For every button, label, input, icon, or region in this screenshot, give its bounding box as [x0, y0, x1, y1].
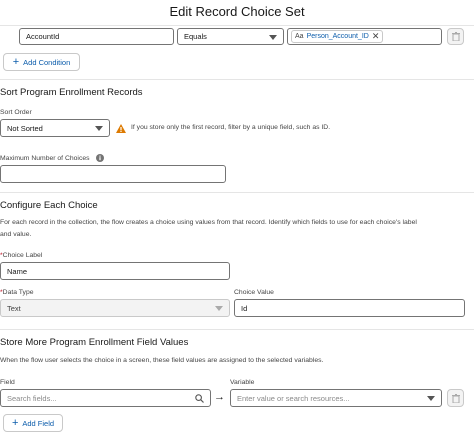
sort-order-select[interactable]: Not Sorted	[0, 119, 110, 137]
delete-condition-button[interactable]	[447, 28, 464, 45]
filter-value-input[interactable]: Aa Person_Account_ID ✕	[287, 28, 442, 45]
info-icon[interactable]	[96, 154, 104, 162]
section-divider	[0, 192, 474, 193]
sort-order-label: Sort Order	[0, 109, 32, 116]
sort-order-value: Not Sorted	[7, 123, 43, 133]
trash-icon	[451, 32, 460, 41]
data-type-label: *Data Type	[0, 289, 34, 296]
max-choices-input[interactable]	[0, 165, 226, 183]
configure-description-line1: For each record in the collection, the f…	[0, 219, 417, 226]
sort-section-title: Sort Program Enrollment Records	[0, 87, 143, 98]
data-type-value: Text	[7, 303, 21, 313]
choice-value-input[interactable]: Id	[234, 299, 465, 317]
data-type-label-text: Data Type	[2, 289, 34, 296]
configure-description-line2: and value.	[0, 231, 32, 238]
filter-operator-select[interactable]: Equals	[177, 28, 284, 45]
trash-icon	[451, 393, 460, 403]
choice-label-input[interactable]: Name	[0, 262, 230, 280]
choice-value-value: Id	[241, 303, 248, 313]
chevron-down-icon	[427, 396, 435, 401]
max-choices-label: Maximum Number of Choices	[0, 155, 90, 162]
field-column-label: Field	[0, 379, 15, 386]
search-icon	[195, 394, 204, 403]
plus-icon: +	[11, 416, 19, 429]
configure-section-title: Configure Each Choice	[0, 200, 98, 211]
choice-label-label-text: Choice Label	[2, 252, 43, 259]
section-divider	[0, 329, 474, 330]
add-condition-button[interactable]: + Add Condition	[3, 53, 80, 71]
sort-warning-text: If you store only the first record, filt…	[131, 124, 331, 131]
chevron-down-icon	[215, 306, 223, 311]
warning-icon	[116, 124, 126, 133]
add-field-label: Add Field	[22, 418, 55, 428]
choice-label-label: *Choice Label	[0, 252, 42, 259]
filter-operator-value: Equals	[184, 32, 207, 41]
variable-resource-combobox[interactable]: Enter value or search resources...	[230, 389, 442, 407]
section-divider	[0, 79, 474, 80]
arrow-right-icon: →	[214, 391, 225, 403]
text-resource-icon: Aa	[295, 33, 304, 40]
add-condition-label: Add Condition	[23, 57, 71, 67]
modal-title: Edit Record Choice Set	[169, 4, 305, 19]
store-section-title: Store More Program Enrollment Field Valu…	[0, 337, 189, 348]
field-search-placeholder: Search fields...	[7, 393, 57, 403]
add-field-button[interactable]: + Add Field	[3, 414, 63, 432]
store-description: When the flow user selects the choice in…	[0, 357, 324, 364]
resource-pill: Aa Person_Account_ID ✕	[291, 30, 384, 43]
variable-column-label: Variable	[230, 379, 255, 386]
chevron-down-icon	[95, 126, 103, 131]
choice-label-value: Name	[7, 266, 28, 276]
resource-pill-label: Person_Account_ID	[306, 33, 369, 40]
data-type-select: Text	[0, 299, 230, 317]
choice-value-label: Choice Value	[234, 289, 274, 296]
chevron-down-icon	[269, 34, 277, 40]
field-search-input[interactable]: Search fields...	[0, 389, 211, 407]
remove-pill-icon[interactable]: ✕	[372, 31, 380, 42]
plus-icon: +	[12, 55, 20, 68]
variable-placeholder: Enter value or search resources...	[237, 393, 350, 403]
filter-field-value: AccountId	[26, 32, 60, 41]
delete-field-button[interactable]	[447, 389, 464, 407]
filter-field-combobox[interactable]: AccountId	[19, 28, 174, 45]
